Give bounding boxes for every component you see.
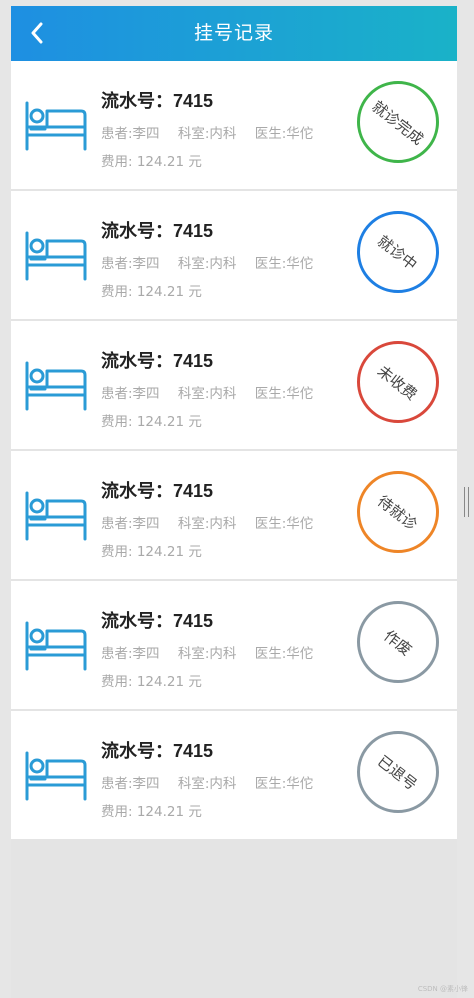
status-badge: 就诊完成 bbox=[357, 81, 439, 163]
status-badge: 就诊中 bbox=[357, 211, 439, 293]
serial-number: 流水号：7415 bbox=[101, 611, 214, 631]
hospital-bed-icon bbox=[25, 491, 87, 541]
patient-name: 患者:李四 bbox=[101, 256, 160, 272]
scrollbar-handle[interactable] bbox=[464, 487, 469, 517]
status-label: 待就诊 bbox=[374, 491, 421, 534]
record-card[interactable]: 流水号：7415 患者:李四 科室:内科 医生:华佗 费用: 124.21 元 … bbox=[11, 711, 457, 841]
serial-number: 流水号：7415 bbox=[101, 481, 214, 501]
header-bar: 挂号记录 bbox=[11, 6, 457, 61]
patient-name: 患者:李四 bbox=[101, 386, 160, 402]
serial-number: 流水号：7415 bbox=[101, 91, 214, 111]
record-meta: 患者:李四 科室:内科 医生:华佗 bbox=[101, 122, 327, 142]
department: 科室:内科 bbox=[177, 776, 237, 792]
record-meta: 患者:李四 科室:内科 医生:华佗 bbox=[101, 382, 327, 402]
status-label: 就诊完成 bbox=[368, 96, 427, 148]
doctor-name: 医生:华佗 bbox=[254, 126, 314, 142]
record-card[interactable]: 流水号：7415 患者:李四 科室:内科 医生:华佗 费用: 124.21 元 … bbox=[11, 191, 457, 321]
hospital-bed-icon bbox=[25, 751, 87, 801]
hospital-bed-icon bbox=[25, 621, 87, 671]
department: 科室:内科 bbox=[177, 126, 237, 142]
status-label: 未收费 bbox=[374, 361, 421, 404]
status-label: 作废 bbox=[380, 626, 416, 659]
watermark: CSDN @素小锋 bbox=[417, 985, 468, 993]
patient-name: 患者:李四 bbox=[101, 776, 160, 792]
app-frame: 挂号记录 流水号：7415 患者:李四 科室:内科 医生:华佗 费用: 124.… bbox=[11, 6, 457, 998]
record-meta: 患者:李四 科室:内科 医生:华佗 bbox=[101, 642, 327, 662]
serial-number: 流水号：7415 bbox=[101, 351, 214, 371]
serial-number: 流水号：7415 bbox=[101, 221, 214, 241]
department: 科室:内科 bbox=[177, 256, 237, 272]
page-title: 挂号记录 bbox=[193, 22, 274, 44]
status-badge: 未收费 bbox=[357, 341, 439, 423]
patient-name: 患者:李四 bbox=[101, 646, 160, 662]
hospital-bed-icon bbox=[25, 231, 87, 281]
fee-amount: 费用: 124.21 元 bbox=[101, 674, 202, 690]
department: 科室:内科 bbox=[177, 646, 237, 662]
record-card[interactable]: 流水号：7415 患者:李四 科室:内科 医生:华佗 费用: 124.21 元 … bbox=[11, 321, 457, 451]
record-list: 流水号：7415 患者:李四 科室:内科 医生:华佗 费用: 124.21 元 … bbox=[11, 61, 457, 841]
status-label: 已退号 bbox=[374, 751, 421, 794]
patient-name: 患者:李四 bbox=[101, 516, 160, 532]
hospital-bed-icon bbox=[25, 101, 87, 151]
record-card[interactable]: 流水号：7415 患者:李四 科室:内科 医生:华佗 费用: 124.21 元 … bbox=[11, 61, 457, 191]
fee-amount: 费用: 124.21 元 bbox=[101, 154, 202, 170]
status-badge: 已退号 bbox=[357, 731, 439, 813]
doctor-name: 医生:华佗 bbox=[254, 646, 314, 662]
record-card[interactable]: 流水号：7415 患者:李四 科室:内科 医生:华佗 费用: 124.21 元 … bbox=[11, 581, 457, 711]
fee-amount: 费用: 124.21 元 bbox=[101, 414, 202, 430]
serial-number: 流水号：7415 bbox=[101, 741, 214, 761]
status-badge: 作废 bbox=[357, 601, 439, 683]
fee-amount: 费用: 124.21 元 bbox=[101, 804, 202, 820]
patient-name: 患者:李四 bbox=[101, 126, 160, 142]
status-badge: 待就诊 bbox=[357, 471, 439, 553]
doctor-name: 医生:华佗 bbox=[254, 776, 314, 792]
doctor-name: 医生:华佗 bbox=[254, 386, 314, 402]
status-label: 就诊中 bbox=[374, 231, 421, 274]
hospital-bed-icon bbox=[25, 361, 87, 411]
department: 科室:内科 bbox=[177, 386, 237, 402]
department: 科室:内科 bbox=[177, 516, 237, 532]
fee-amount: 费用: 124.21 元 bbox=[101, 544, 202, 560]
record-meta: 患者:李四 科室:内科 医生:华佗 bbox=[101, 512, 327, 532]
record-card[interactable]: 流水号：7415 患者:李四 科室:内科 医生:华佗 费用: 124.21 元 … bbox=[11, 451, 457, 581]
doctor-name: 医生:华佗 bbox=[254, 256, 314, 272]
doctor-name: 医生:华佗 bbox=[254, 516, 314, 532]
record-meta: 患者:李四 科室:内科 医生:华佗 bbox=[101, 252, 327, 272]
record-meta: 患者:李四 科室:内科 医生:华佗 bbox=[101, 772, 327, 792]
fee-amount: 费用: 124.21 元 bbox=[101, 284, 202, 300]
